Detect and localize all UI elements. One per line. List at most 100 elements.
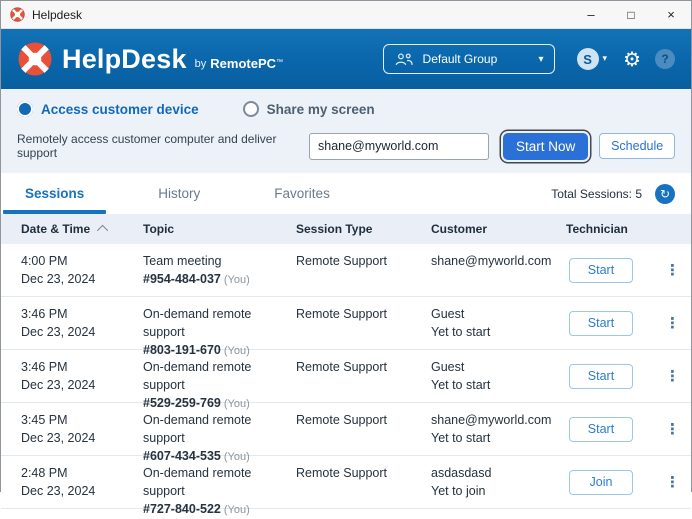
start-now-button[interactable]: Start Now <box>503 133 588 160</box>
customer-status: Yet to start <box>431 429 566 447</box>
session-date: Dec 23, 2024 <box>21 482 143 500</box>
table-row: 4:00 PM Dec 23, 2024 Team meeting #954-4… <box>1 244 691 297</box>
tabs-bar: Sessions History Favorites Total Session… <box>1 173 691 214</box>
radio-share-label[interactable]: Share my screen <box>267 102 375 117</box>
kebab-menu-icon[interactable]: ⋮ <box>665 314 680 332</box>
window-titlebar: Helpdesk – □ × <box>1 1 691 29</box>
schedule-button[interactable]: Schedule <box>599 133 675 159</box>
cell-technician-action: Start <box>566 297 654 349</box>
account-menu[interactable]: S ▾ <box>577 48 608 70</box>
col-date-time[interactable]: Date & Time <box>1 222 143 236</box>
table-row: 3:45 PM Dec 23, 2024 On-demand remote su… <box>1 403 691 456</box>
tab-favorites[interactable]: Favorites <box>274 173 330 214</box>
group-selector-dropdown[interactable]: Default Group ▾ <box>383 44 555 74</box>
session-topic: On-demand remote support <box>143 358 296 394</box>
col-customer: Customer <box>431 222 566 236</box>
session-topic: On-demand remote support <box>143 464 296 500</box>
cell-technician-action: Start <box>566 403 654 455</box>
table-row: 3:46 PM Dec 23, 2024 On-demand remote su… <box>1 297 691 350</box>
account-caret-icon: ▾ <box>603 54 608 64</box>
customer-name: Guest <box>431 305 566 323</box>
cell-session-type: Remote Support <box>296 456 431 508</box>
kebab-menu-icon[interactable]: ⋮ <box>665 473 680 491</box>
kebab-menu-icon[interactable]: ⋮ <box>665 420 680 438</box>
customer-status: Yet to start <box>431 323 566 341</box>
cell-customer: Guest Yet to start <box>431 297 566 349</box>
cell-topic: On-demand remote support #529-259-769(Yo… <box>143 350 296 402</box>
brand-by-text: by <box>195 58 207 70</box>
radio-access-customer-device[interactable] <box>17 101 33 117</box>
col-technician: Technician <box>566 222 654 236</box>
sessions-table-header: Date & Time Topic Session Type Customer … <box>1 214 691 244</box>
settings-gear-icon[interactable]: ⚙ <box>623 49 641 69</box>
cell-technician-action: Join <box>566 456 654 508</box>
cell-row-menu: ⋮ <box>654 350 691 402</box>
cell-session-type: Remote Support <box>296 297 431 349</box>
tab-history[interactable]: History <box>158 173 200 214</box>
radio-share-my-screen[interactable] <box>243 101 259 117</box>
help-icon[interactable]: ? <box>655 49 675 69</box>
total-sessions-label: Total Sessions: <box>551 187 632 201</box>
table-row: 3:46 PM Dec 23, 2024 On-demand remote su… <box>1 350 691 403</box>
customer-name: Guest <box>431 358 566 376</box>
cell-row-menu: ⋮ <box>654 244 691 296</box>
col-topic: Topic <box>143 222 296 236</box>
kebab-menu-icon[interactable]: ⋮ <box>665 367 680 385</box>
cell-topic: On-demand remote support #803-191-670(Yo… <box>143 297 296 349</box>
kebab-menu-icon[interactable]: ⋮ <box>665 261 680 279</box>
session-action-button[interactable]: Start <box>569 311 633 336</box>
brand-name: HelpDesk <box>62 44 187 75</box>
cell-date-time: 3:46 PM Dec 23, 2024 <box>1 297 143 349</box>
session-action-button[interactable]: Start <box>569 417 633 442</box>
session-topic: On-demand remote support <box>143 305 296 341</box>
customer-email-input[interactable] <box>309 133 489 160</box>
group-caret-icon: ▾ <box>539 54 544 65</box>
tab-sessions[interactable]: Sessions <box>25 173 84 214</box>
cell-date-time: 3:45 PM Dec 23, 2024 <box>1 403 143 455</box>
radio-access-label[interactable]: Access customer device <box>41 102 199 117</box>
session-owner: (You) <box>224 504 250 516</box>
refresh-icon[interactable]: ↻ <box>655 184 675 204</box>
cell-customer: shane@myworld.com Yet to start <box>431 403 566 455</box>
session-id: #954-484-037 <box>143 272 221 286</box>
avatar: S <box>577 48 599 70</box>
session-time: 3:46 PM <box>21 305 143 323</box>
sessions-table-body: 4:00 PM Dec 23, 2024 Team meeting #954-4… <box>1 244 691 509</box>
helpdesk-window: { "window": { "title": "Helpdesk", "cont… <box>0 0 692 492</box>
minimize-button[interactable]: – <box>571 1 611 28</box>
brand-secondary-name: RemotePC <box>210 56 276 71</box>
session-date: Dec 23, 2024 <box>21 429 143 447</box>
session-topic: On-demand remote support <box>143 411 296 447</box>
close-button[interactable]: × <box>651 1 691 28</box>
cell-row-menu: ⋮ <box>654 297 691 349</box>
session-time: 3:45 PM <box>21 411 143 429</box>
session-id: #727-840-522 <box>143 502 221 516</box>
cell-session-type: Remote Support <box>296 350 431 402</box>
cell-topic: Team meeting #954-484-037(You) <box>143 244 296 296</box>
cell-date-time: 2:48 PM Dec 23, 2024 <box>1 456 143 508</box>
customer-name: asdasdasd <box>431 464 566 482</box>
cell-row-menu: ⋮ <box>654 456 691 508</box>
maximize-button[interactable]: □ <box>611 1 651 28</box>
start-session-row: Remotely access customer computer and de… <box>17 132 675 160</box>
cell-topic: On-demand remote support #727-840-522(Yo… <box>143 456 296 508</box>
cell-session-type: Remote Support <box>296 403 431 455</box>
session-topic: Team meeting <box>143 252 296 270</box>
session-action-button[interactable]: Start <box>569 364 633 389</box>
col-session-type: Session Type <box>296 222 431 236</box>
brand-lifebuoy-icon <box>17 41 53 77</box>
trademark-symbol: ™ <box>276 59 283 66</box>
session-time: 4:00 PM <box>21 252 143 270</box>
session-date: Dec 23, 2024 <box>21 376 143 394</box>
session-date: Dec 23, 2024 <box>21 270 143 288</box>
customer-name: shane@myworld.com <box>431 252 566 270</box>
cell-session-type: Remote Support <box>296 244 431 296</box>
cell-date-time: 3:46 PM Dec 23, 2024 <box>1 350 143 402</box>
customer-status: Yet to join <box>431 482 566 500</box>
session-action-button[interactable]: Start <box>569 258 633 283</box>
session-action-button[interactable]: Join <box>569 470 633 495</box>
session-time: 3:46 PM <box>21 358 143 376</box>
mode-description: Remotely access customer computer and de… <box>17 132 309 160</box>
cell-topic: On-demand remote support #607-434-535(Yo… <box>143 403 296 455</box>
total-sessions: Total Sessions: 5 <box>551 187 642 201</box>
